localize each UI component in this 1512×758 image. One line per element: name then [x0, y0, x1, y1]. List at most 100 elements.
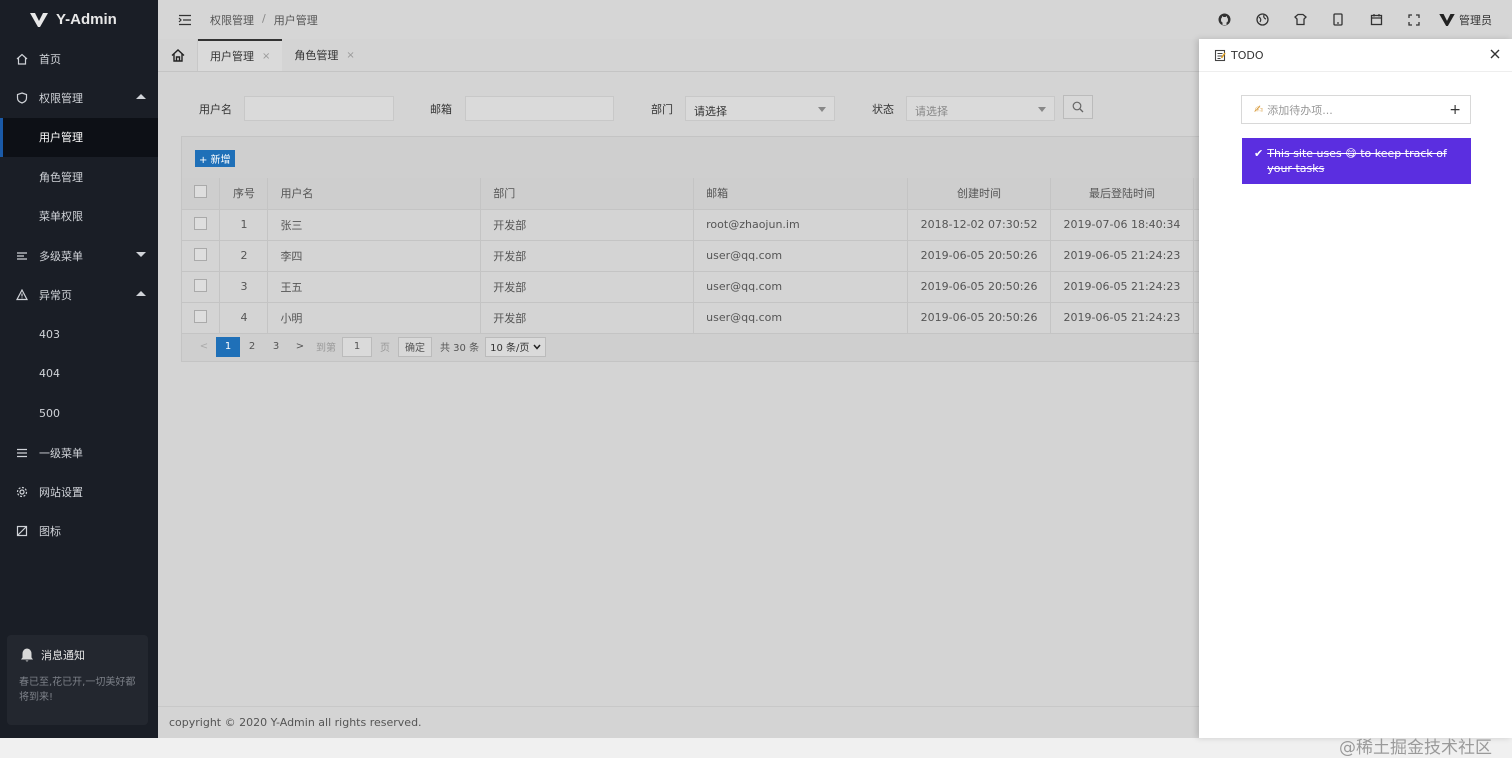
table-row[interactable]: 2 李四 开发部 user@qq.com 2019-06-05 20:50:26…: [182, 240, 1213, 272]
sidebar-item-home[interactable]: 首页: [0, 39, 158, 78]
sidebar-item-menu-permission[interactable]: 菜单权限: [0, 197, 158, 236]
tab-role-manage[interactable]: 角色管理 ×: [282, 39, 366, 71]
sidebar-item-icons[interactable]: 图标: [0, 512, 158, 551]
row-select-cell[interactable]: [182, 209, 221, 241]
email-input[interactable]: [465, 96, 614, 121]
goto-confirm-button[interactable]: 确定: [398, 336, 432, 357]
app-title: Y-Admin: [56, 11, 117, 28]
prev-page-button[interactable]: <: [192, 337, 216, 357]
breadcrumb: 权限管理 / 用户管理: [210, 12, 318, 28]
caret-down-icon: [818, 107, 826, 112]
sidebar-item-label: 图标: [39, 525, 61, 539]
search-button[interactable]: [1063, 95, 1093, 119]
sidebar-item-404[interactable]: 404: [0, 354, 158, 393]
next-page-button[interactable]: >: [288, 337, 312, 357]
tab-user-manage[interactable]: 用户管理 ×: [198, 39, 283, 71]
page-size-select[interactable]: 10 条/页: [485, 336, 547, 357]
warning-icon: [16, 289, 28, 301]
page-size-value: 10 条/页: [490, 343, 530, 354]
calendar-icon[interactable]: [1357, 13, 1395, 26]
goto-label: 到第: [316, 343, 336, 354]
checkbox[interactable]: [194, 309, 208, 323]
writing-hand-icon: ✍: [1254, 103, 1264, 116]
tablet-icon[interactable]: [1319, 13, 1357, 26]
sidebar-item-exception[interactable]: 异常页: [0, 275, 158, 314]
sidebar-item-label: 500: [39, 406, 60, 420]
username-label: 用户名: [199, 103, 232, 116]
sidebar-item-permission[interactable]: 权限管理: [0, 78, 158, 117]
column-header[interactable]: 最后登陆时间: [1050, 178, 1194, 210]
tab-home[interactable]: [158, 39, 198, 71]
table-header-row: 序号 用户名 部门 邮箱 创建时间 最后登陆时间: [182, 178, 1213, 210]
page-button[interactable]: 1: [216, 336, 240, 357]
close-icon[interactable]: [1490, 49, 1500, 62]
cell-dept: 开发部: [480, 240, 695, 272]
column-header[interactable]: 创建时间: [907, 178, 1051, 210]
sidebar-item-label: 用户管理: [39, 131, 83, 145]
image-icon: [16, 525, 28, 537]
row-select-cell[interactable]: [182, 302, 221, 334]
cell-created: 2019-06-05 20:50:26: [907, 271, 1051, 303]
sidebar-item-label: 一级菜单: [39, 446, 83, 460]
github-icon[interactable]: [1205, 13, 1243, 26]
goto-page-input[interactable]: 1: [342, 336, 372, 357]
sidebar-item-role-manage[interactable]: 角色管理: [0, 157, 158, 196]
checkbox[interactable]: [194, 216, 208, 230]
cell-dept: 开发部: [480, 209, 695, 241]
row-select-cell[interactable]: [182, 240, 221, 272]
cell-no: 1: [219, 209, 269, 241]
close-icon[interactable]: ×: [346, 50, 354, 61]
memo-icon: [1214, 49, 1226, 61]
table-row[interactable]: 3 王五 开发部 user@qq.com 2019-06-05 20:50:26…: [182, 271, 1213, 303]
cell-dept: 开发部: [480, 271, 695, 303]
page-button[interactable]: 2: [240, 337, 264, 357]
status-select[interactable]: 请选择: [906, 96, 1055, 121]
sidebar-item-multilevel[interactable]: 多级菜单: [0, 236, 158, 275]
user-menu[interactable]: 管理员: [1439, 12, 1492, 28]
sidebar-item-level-one[interactable]: 一级菜单: [0, 433, 158, 472]
close-icon[interactable]: ×: [262, 51, 270, 62]
add-todo-button[interactable]: +: [1449, 102, 1461, 118]
sidebar-item-500[interactable]: 500: [0, 394, 158, 433]
table-row[interactable]: 4 小明 开发部 user@qq.com 2019-06-05 20:50:26…: [182, 302, 1213, 334]
globe-icon[interactable]: [1243, 13, 1281, 26]
sidebar-item-settings[interactable]: 网站设置: [0, 472, 158, 511]
table-row[interactable]: 1 张三 开发部 root@zhaojun.im 2018-12-02 07:3…: [182, 209, 1213, 241]
check-icon[interactable]: ✔: [1254, 146, 1263, 176]
select-all-cell[interactable]: [182, 178, 221, 210]
notice-text: 春已至,花已开,一切美好都将到来!: [19, 677, 136, 703]
row-select-cell[interactable]: [182, 271, 221, 303]
logo[interactable]: Y-Admin: [0, 0, 158, 39]
notice-title-row: 消息通知: [19, 647, 136, 663]
skin-icon[interactable]: [1281, 13, 1319, 26]
sidebar-item-label: 首页: [39, 52, 61, 66]
cell-created: 2019-06-05 20:50:26: [907, 302, 1051, 334]
todo-item-text: This site uses 😋 to keep track of your t…: [1267, 147, 1447, 175]
todo-add-input[interactable]: ✍ 添加待办项... +: [1241, 95, 1471, 124]
breadcrumb-item[interactable]: 权限管理: [210, 12, 254, 28]
column-header[interactable]: 邮箱: [693, 178, 909, 210]
sidebar-item-label: 菜单权限: [39, 210, 83, 224]
bell-icon: [21, 648, 33, 662]
column-header[interactable]: 用户名: [267, 178, 482, 210]
cell-last-login: 2019-06-05 21:24:23: [1050, 240, 1194, 272]
fullscreen-icon[interactable]: [1395, 13, 1433, 26]
todo-header: TODO: [1199, 39, 1512, 72]
page-button[interactable]: 3: [264, 337, 288, 357]
checkbox[interactable]: [194, 185, 208, 199]
dept-select[interactable]: 请选择: [685, 96, 835, 121]
todo-item[interactable]: ✔ This site uses 😋 to keep track of your…: [1242, 138, 1471, 184]
tab-label: 用户管理: [210, 50, 254, 63]
sidebar-item-label: 多级菜单: [39, 249, 83, 263]
sort-icon: [16, 250, 28, 262]
username-input[interactable]: [244, 96, 394, 121]
sidebar-item-user-manage[interactable]: 用户管理: [0, 117, 158, 158]
add-button[interactable]: + 新增: [195, 150, 235, 167]
column-header[interactable]: 部门: [480, 178, 695, 210]
column-header[interactable]: 序号: [219, 178, 269, 210]
checkbox[interactable]: [194, 278, 208, 292]
home-icon: [171, 48, 184, 62]
sidebar-item-403[interactable]: 403: [0, 315, 158, 354]
checkbox[interactable]: [194, 247, 208, 261]
menu-fold-icon[interactable]: [178, 14, 192, 26]
